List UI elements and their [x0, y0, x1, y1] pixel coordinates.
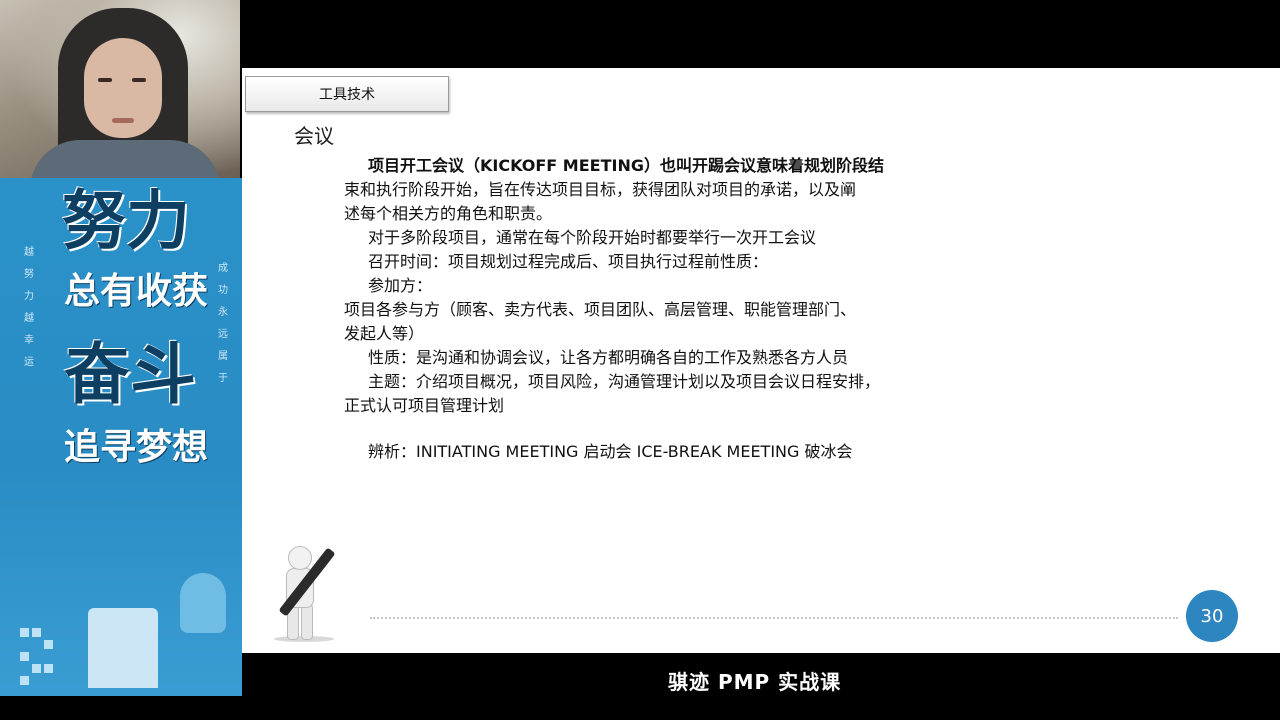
poster-left-vertical: 越努力越幸运 — [24, 247, 34, 368]
video-subtitle: 骐迹 PMP 实战课 — [668, 670, 842, 694]
paragraph-line: 主题：介绍项目概况，项目风险，沟通管理计划以及项目会议日程安排， — [368, 372, 881, 391]
poster-line3: 奋斗 — [64, 336, 196, 413]
video-frame: 努力 总有收获 奋斗 追寻梦想 越努力越幸运 成功永远属于 工具技术 会议 项目… — [0, 0, 1280, 720]
presentation-slide: 工具技术 会议 项目开工会议（KICKOFF MEETING）也叫开踢会议意味着… — [242, 68, 1280, 653]
blocks-decoration — [20, 628, 65, 688]
paragraph-line: 参加方： — [368, 276, 433, 295]
slide-title: 会议 — [294, 124, 334, 148]
paragraph-line: 性质：是沟通和协调会议，让各方都明确各自的工作及熟悉各方人员 — [368, 348, 849, 367]
paragraph-line: 项目开工会议（KICKOFF MEETING）也叫开踢会议意味着规划阶段结 — [368, 156, 884, 175]
webcam-view — [0, 0, 240, 178]
poster-right-vertical: 成功永远属于 — [218, 263, 228, 384]
poster-line2: 总有收获 — [64, 271, 209, 312]
paragraph-line: 辨析：INITIATING MEETING 启动会 ICE-BREAK MEET… — [368, 442, 853, 461]
paragraph-line: 述每个相关方的角色和职责。 — [344, 204, 553, 223]
poster-line4: 追寻梦想 — [64, 427, 209, 468]
wrench-figure-icon — [264, 540, 344, 642]
footer-divider — [370, 617, 1178, 619]
book-illustration — [88, 608, 158, 688]
section-tab: 工具技术 — [245, 76, 449, 112]
poster-line1: 努力 — [62, 185, 190, 259]
paragraph-line: 对于多阶段项目，通常在每个阶段开始时都要举行一次开工会议 — [368, 228, 817, 247]
paragraph-line: 召开时间：项目规划过程完成后、项目执行过程前性质： — [368, 252, 769, 271]
cup-illustration — [180, 573, 226, 633]
motivational-poster: 努力 总有收获 奋斗 追寻梦想 越努力越幸运 成功永远属于 — [0, 178, 242, 696]
page-number-badge: 30 — [1186, 590, 1238, 642]
paragraph-line: 束和执行阶段开始，旨在传达项目目标，获得团队对项目的承诺，以及阐 — [344, 180, 857, 199]
paragraph-line: 项目各参与方（顾客、卖方代表、项目团队、高层管理、职能管理部门、 — [344, 300, 857, 319]
paragraph-line: 发起人等） — [344, 324, 425, 343]
paragraph-line: 正式认可项目管理计划 — [344, 396, 505, 415]
